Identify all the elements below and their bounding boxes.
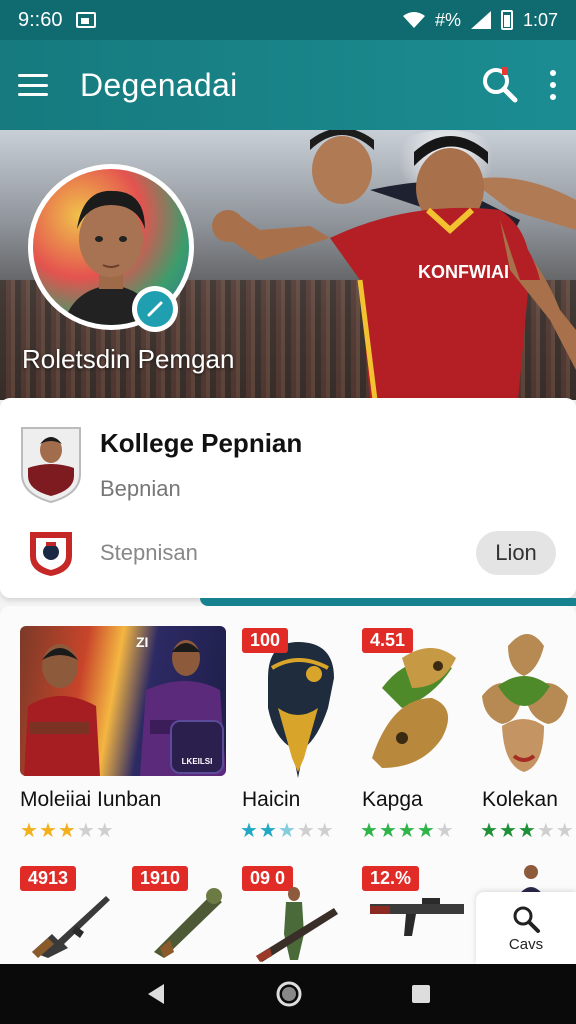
wifi-icon (402, 12, 425, 28)
star-icon: ★ (95, 820, 115, 842)
star-icon: ★ (435, 820, 455, 842)
profile-subtitle: Bepnian (100, 476, 181, 501)
status-clock: 1:07 (522, 9, 558, 30)
hero-banner: KONFWIAI Roletsdin Pemgan (0, 130, 576, 400)
game-logo-badge: LKEILSI (170, 720, 224, 774)
item-price-tag: 100 (242, 628, 289, 653)
app-title: Degenadai (80, 66, 238, 103)
star-icon: ★ (536, 820, 556, 842)
recent-apps-icon[interactable] (410, 983, 432, 1005)
star-icon: ★ (378, 820, 398, 842)
star-icon: ★ (57, 820, 77, 842)
back-icon[interactable] (144, 982, 168, 1006)
item-rating: ★★★★★ (20, 818, 115, 843)
star-icon: ★ (555, 820, 575, 842)
star-icon: ★ (517, 820, 537, 842)
jersey-text: KONFWIAI (418, 262, 509, 282)
star-icon: ★ (76, 820, 96, 842)
battery-icon (500, 10, 513, 30)
floating-card-label: Cavs (508, 935, 544, 953)
star-icon: ★ (240, 820, 259, 842)
star-icon: ★ (20, 820, 39, 842)
home-icon[interactable] (275, 980, 303, 1008)
star-icon: ★ (397, 820, 417, 842)
item-art-totem (482, 634, 568, 772)
star-icon: ★ (258, 820, 278, 842)
edit-avatar-button[interactable] (132, 286, 178, 332)
notification-icon (76, 12, 97, 28)
feature-corner-tag: ZI (136, 634, 149, 650)
status-signal-text: #% (434, 9, 461, 30)
weapon-price-tag: 12.% (362, 866, 420, 891)
item-art-mask (268, 642, 334, 778)
item-rating: ★★★★★ (240, 818, 335, 843)
star-icon: ★ (480, 820, 499, 842)
rifle-icon[interactable] (28, 882, 112, 958)
star-icon: ★ (315, 820, 335, 842)
game-logo-text: LKEILSI (181, 757, 213, 766)
soldier-rifle-icon[interactable] (254, 884, 340, 964)
profile-stat-label: Stepnisan (100, 540, 198, 565)
item-name[interactable]: Haicin (242, 788, 300, 812)
search-icon (513, 906, 540, 933)
star-icon: ★ (498, 820, 518, 842)
star-icon: ★ (296, 820, 316, 842)
launcher-icon[interactable] (150, 882, 226, 958)
player-shield-icon (21, 427, 81, 504)
status-bar: 9::60 #% 1:07 (0, 0, 576, 40)
small-player-icon (518, 865, 544, 896)
status-time: 9::60 (18, 8, 63, 31)
star-icon: ★ (360, 820, 379, 842)
profile-action-button[interactable]: Lion (476, 531, 556, 575)
item-rating: ★★★★★ (480, 818, 575, 843)
item-price-tag: 4.51 (362, 628, 414, 653)
feature-tile[interactable]: ZI LKEILSI (20, 626, 226, 776)
status-right: #% 1:07 (402, 9, 558, 31)
app-bar: Degenadai (0, 40, 576, 130)
hero-player-name: Roletsdin Pemgan (22, 344, 235, 374)
profile-title: Kollege Pepnian (100, 428, 303, 458)
profile-card: Kollege Pepnian Bepnian Stepnisan Lion (0, 398, 576, 598)
search-icon[interactable] (480, 65, 520, 105)
hamburger-icon[interactable] (18, 74, 48, 96)
item-rating: ★★★★★ (360, 818, 455, 843)
item-name[interactable]: Kolekan (482, 788, 558, 812)
system-nav-bar (0, 964, 576, 1024)
accent-divider (200, 598, 576, 606)
edit-icon (137, 291, 173, 327)
item-name[interactable]: Kapga (362, 788, 423, 812)
star-icon: ★ (416, 820, 436, 842)
item-name[interactable]: Moleiiai Iunban (20, 788, 161, 812)
more-vert-icon[interactable] (548, 70, 558, 100)
player-figure-front: KONFWIAI (212, 136, 576, 400)
signal-icon (470, 11, 491, 29)
club-crest-icon (30, 532, 72, 576)
assault-rifle-icon[interactable] (366, 890, 466, 950)
star-icon: ★ (38, 820, 58, 842)
floating-search-card[interactable]: Cavs (476, 892, 576, 964)
star-icon: ★ (277, 820, 297, 842)
